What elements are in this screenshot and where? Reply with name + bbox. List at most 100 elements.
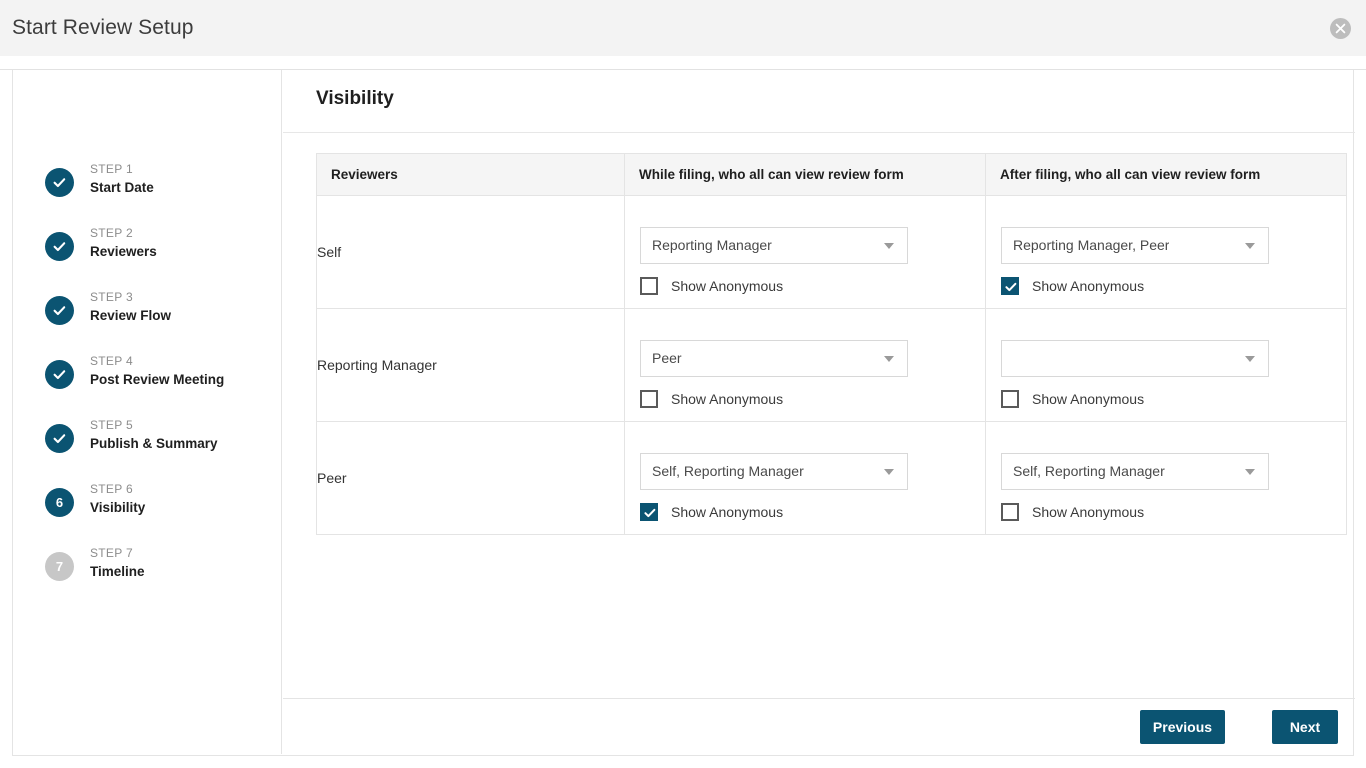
window-titlebar: Start Review Setup [0,0,1366,56]
page-title-divider [283,132,1355,133]
show-anonymous-checkbox[interactable] [640,277,658,295]
after-filing-visibility-select[interactable]: Self, Reporting Manager [1001,453,1269,490]
window-title: Start Review Setup [12,16,194,39]
check-icon [53,434,66,444]
sidebar-item-reviewers[interactable]: STEP 2 Reviewers [45,226,265,274]
show-anonymous-checkbox-row[interactable]: Show Anonymous [1001,390,1201,408]
table-row: Peer Self, Reporting Manager Show Anonym… [316,421,1347,535]
wizard-stepper-sidebar: STEP 1 Start Date STEP 2 Reviewers STEP … [13,70,282,754]
step-kicker: STEP 7 [90,546,133,560]
column-header-after-filing: After filing, who all can view review fo… [985,153,1347,196]
show-anonymous-label: Show Anonymous [671,504,784,520]
step-text-1: STEP 1 Start Date [90,162,154,197]
step-badge-5 [45,424,74,453]
show-anonymous-checkbox-row[interactable]: Show Anonymous [1001,503,1201,521]
previous-button[interactable]: Previous [1140,710,1225,744]
show-anonymous-checkbox[interactable] [1001,277,1019,295]
footer-divider [283,698,1355,699]
after-filing-visibility-select[interactable]: Reporting Manager, Peer [1001,227,1269,264]
step-badge-1 [45,168,74,197]
step-label: Review Flow [90,308,172,323]
sidebar-item-visibility[interactable]: 6 STEP 6 Visibility [45,482,265,530]
step-text-5: STEP 5 Publish & Summary [90,418,218,453]
step-kicker: STEP 5 [90,418,133,432]
close-icon[interactable] [1330,18,1351,39]
chevron-down-icon [1245,356,1255,362]
show-anonymous-label: Show Anonymous [1032,504,1145,520]
step-label: Post Review Meeting [90,372,225,387]
reviewer-name-cell: Self [316,195,625,309]
step-text-3: STEP 3 Review Flow [90,290,171,325]
step-kicker: STEP 2 [90,226,133,240]
show-anonymous-label: Show Anonymous [1032,391,1145,407]
visibility-table: Reviewers While filing, who all can view… [316,153,1347,535]
step-badge-7: 7 [45,552,74,581]
after-filing-visibility-select[interactable] [1001,340,1269,377]
while-filing-cell: Reporting Manager Show Anonymous [624,195,986,309]
select-value: Reporting Manager, Peer [1013,237,1170,253]
column-header-reviewers: Reviewers [316,153,625,196]
show-anonymous-checkbox[interactable] [640,390,658,408]
select-value: Peer [652,350,682,366]
step-text-6: STEP 6 Visibility [90,482,145,517]
chevron-down-icon [1245,243,1255,249]
show-anonymous-checkbox-row[interactable]: Show Anonymous [1001,277,1201,295]
show-anonymous-label: Show Anonymous [671,391,784,407]
after-filing-cell: Self, Reporting Manager Show Anonymous [985,421,1347,535]
step-badge-6: 6 [45,488,74,517]
after-filing-cell: Reporting Manager, Peer Show Anonymous [985,195,1347,309]
check-icon [53,370,66,380]
step-badge-3 [45,296,74,325]
step-number: 6 [55,495,64,510]
show-anonymous-checkbox[interactable] [640,503,658,521]
step-label: Visibility [90,500,146,515]
select-value: Reporting Manager [652,237,772,253]
chevron-down-icon [884,469,894,475]
while-filing-visibility-select[interactable]: Peer [640,340,908,377]
sidebar-item-start-date[interactable]: STEP 1 Start Date [45,162,265,210]
while-filing-cell: Peer Show Anonymous [624,308,986,422]
page-title: Visibility [316,88,394,109]
sidebar-item-timeline[interactable]: 7 STEP 7 Timeline [45,546,265,594]
select-value: Self, Reporting Manager [1013,463,1165,479]
step-kicker: STEP 4 [90,354,133,368]
show-anonymous-checkbox-row[interactable]: Show Anonymous [640,277,840,295]
table-row: Self Reporting Manager Show Anonymous Re… [316,195,1347,309]
while-filing-cell: Self, Reporting Manager Show Anonymous [624,421,986,535]
show-anonymous-checkbox-row[interactable]: Show Anonymous [640,503,840,521]
step-number: 7 [55,559,64,574]
sidebar-item-publish-summary[interactable]: STEP 5 Publish & Summary [45,418,265,466]
step-text-2: STEP 2 Reviewers [90,226,157,261]
show-anonymous-label: Show Anonymous [1032,278,1145,294]
step-text-4: STEP 4 Post Review Meeting [90,354,224,389]
chevron-down-icon [1245,469,1255,475]
reviewer-name-cell: Reporting Manager [316,308,625,422]
step-badge-2 [45,232,74,261]
next-button[interactable]: Next [1272,710,1338,744]
step-badge-4 [45,360,74,389]
chevron-down-icon [884,243,894,249]
show-anonymous-checkbox-row[interactable]: Show Anonymous [640,390,840,408]
step-label: Start Date [90,180,154,195]
sidebar-item-post-review-meeting[interactable]: STEP 4 Post Review Meeting [45,354,265,402]
setup-wizard-card: STEP 1 Start Date STEP 2 Reviewers STEP … [12,70,1355,756]
step-kicker: STEP 3 [90,290,133,304]
step-label: Reviewers [90,244,157,259]
check-icon [53,306,66,316]
show-anonymous-checkbox[interactable] [1001,503,1019,521]
reviewer-name-cell: Peer [316,421,625,535]
check-icon [644,508,656,518]
sidebar-item-review-flow[interactable]: STEP 3 Review Flow [45,290,265,338]
step-kicker: STEP 1 [90,162,133,176]
check-icon [53,178,66,188]
table-row: Reporting Manager Peer Show Anonymous Sh… [316,308,1347,422]
step-text-7: STEP 7 Timeline [90,546,145,581]
while-filing-visibility-select[interactable]: Self, Reporting Manager [640,453,908,490]
step-kicker: STEP 6 [90,482,133,496]
titlebar-spacer [0,56,1366,70]
after-filing-cell: Show Anonymous [985,308,1347,422]
while-filing-visibility-select[interactable]: Reporting Manager [640,227,908,264]
check-icon [1005,282,1017,292]
wizard-main-panel: Visibility Reviewers While filing, who a… [283,70,1355,754]
show-anonymous-checkbox[interactable] [1001,390,1019,408]
